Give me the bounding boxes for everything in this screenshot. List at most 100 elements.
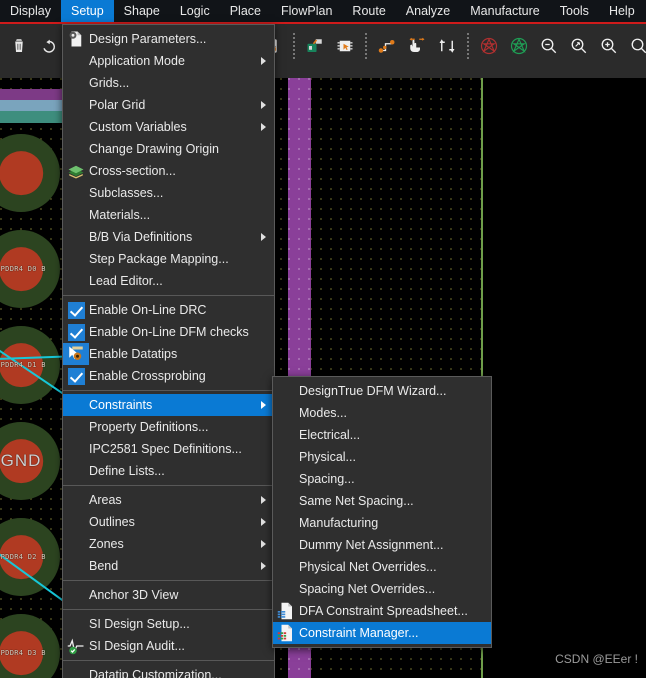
menu-item-outlines[interactable]: Outlines <box>63 511 274 533</box>
menu-item-materials[interactable]: Materials... <box>63 204 274 226</box>
menubar-item-tools[interactable]: Tools <box>550 0 599 22</box>
menu-item-physical-net-overrides[interactable]: Physical Net Overrides... <box>273 556 491 578</box>
slide-icon[interactable] <box>402 29 432 63</box>
menu-item-polar-grid[interactable]: Polar Grid <box>63 94 274 116</box>
menu-item-dummy-net-assignment[interactable]: Dummy Net Assignment... <box>273 534 491 556</box>
module-icon[interactable] <box>300 29 330 63</box>
menu-item-label: Subclasses... <box>89 186 164 200</box>
menu-item-label: Lead Editor... <box>89 274 163 288</box>
menu-item-step-package-mapping[interactable]: Step Package Mapping... <box>63 248 274 270</box>
menu-item-designtrue-dfm-wizard[interactable]: DesignTrue DFM Wizard... <box>273 380 491 402</box>
delete-icon[interactable] <box>4 29 34 63</box>
menu-item-manufacturing[interactable]: Manufacturing <box>273 512 491 534</box>
menu-item-anchor-3d-view[interactable]: Anchor 3D View <box>63 584 274 606</box>
pad-label: LPDDR4 D2 B <box>0 553 46 561</box>
menu-item-define-lists[interactable]: Define Lists... <box>63 460 274 482</box>
menu-item-change-drawing-origin[interactable]: Change Drawing Origin <box>63 138 274 160</box>
menu-item-enable-datatips[interactable]: Enable Datatips <box>63 343 274 365</box>
menubar-item-logic[interactable]: Logic <box>170 0 220 22</box>
menubar-item-analyze[interactable]: Analyze <box>396 0 460 22</box>
menu-item-modes[interactable]: Modes... <box>273 402 491 424</box>
menu-item-areas[interactable]: Areas <box>63 489 274 511</box>
menu-item-gutter <box>63 72 89 94</box>
menu-item-gutter <box>63 160 89 182</box>
setup-dropdown-menu[interactable]: Design Parameters... Application Mode Grid… <box>62 24 275 678</box>
menu-item-b-b-via-definitions[interactable]: B/B Via Definitions <box>63 226 274 248</box>
menu-item-constraint-manager[interactable]: Constraint Manager... <box>273 622 491 644</box>
menu-item-gutter <box>273 402 299 424</box>
menu-item-zones[interactable]: Zones <box>63 533 274 555</box>
menubar-item-route[interactable]: Route <box>342 0 395 22</box>
menubar-item-manufacture[interactable]: Manufacture <box>460 0 549 22</box>
zoom-by-points-icon[interactable] <box>624 29 646 63</box>
menu-separator <box>63 609 274 610</box>
menu-item-si-design-setup[interactable]: SI Design Setup... <box>63 613 274 635</box>
menu-item-bend[interactable]: Bend <box>63 555 274 577</box>
menu-item-physical[interactable]: Physical... <box>273 446 491 468</box>
menu-item-gutter <box>63 28 89 50</box>
menu-item-grids[interactable]: Grids... <box>63 72 274 94</box>
menu-item-dfa-constraint-spreadsheet[interactable]: DFA Constraint Spreadsheet... <box>273 600 491 622</box>
undo-icon[interactable] <box>34 29 64 63</box>
menu-item-subclasses[interactable]: Subclasses... <box>63 182 274 204</box>
menu-item-gutter <box>63 182 89 204</box>
toolbar-separator <box>365 33 367 59</box>
menu-item-label: Enable On-Line DFM checks <box>89 325 249 339</box>
menubar-item-shape[interactable]: Shape <box>114 0 170 22</box>
menu-item-lead-editor[interactable]: Lead Editor... <box>63 270 274 292</box>
menu-item-application-mode[interactable]: Application Mode <box>63 50 274 72</box>
zoom-in-icon[interactable] <box>594 29 624 63</box>
toolbar-separator <box>467 33 469 59</box>
menu-item-enable-on-line-dfm-checks[interactable]: Enable On-Line DFM checks <box>63 321 274 343</box>
checkmark-icon[interactable] <box>67 323 85 341</box>
constraints-submenu[interactable]: DesignTrue DFM Wizard... Modes... Electric… <box>272 376 492 648</box>
menu-item-si-design-audit[interactable]: SI Design Audit... <box>63 635 274 657</box>
menu-item-datatip-customization[interactable]: Datatip Customization... <box>63 664 274 678</box>
route-connect-icon[interactable] <box>372 29 402 63</box>
menu-item-gutter <box>63 204 89 226</box>
menu-item-gutter <box>63 635 89 657</box>
menubar-item-setup[interactable]: Setup <box>61 0 114 22</box>
spreadsheet-color-icon <box>277 624 295 642</box>
menu-item-label: Anchor 3D View <box>89 588 179 602</box>
zoom-out-icon[interactable] <box>534 29 564 63</box>
menubar-item-display[interactable]: Display <box>0 0 61 22</box>
checkmark-icon[interactable] <box>67 367 85 385</box>
menubar-item-place[interactable]: Place <box>220 0 271 22</box>
zoom-fit-icon[interactable] <box>564 29 594 63</box>
menu-separator <box>63 485 274 486</box>
menu-item-gutter <box>63 416 89 438</box>
menubar-item-flowplan[interactable]: FlowPlan <box>271 0 342 22</box>
menu-item-constraints[interactable]: Constraints <box>63 394 274 416</box>
menu-item-label: Manufacturing <box>299 516 379 530</box>
main-menubar: Display Setup Shape Logic Place FlowPlan Route… <box>0 0 646 22</box>
menu-item-electrical[interactable]: Electrical... <box>273 424 491 446</box>
ratsnest-off-icon[interactable] <box>474 29 504 63</box>
menu-item-label: SI Design Audit... <box>89 639 185 653</box>
menu-item-ipc2581-spec-definitions[interactable]: IPC2581 Spec Definitions... <box>63 438 274 460</box>
ratsnest-on-icon[interactable] <box>504 29 534 63</box>
chevron-right-icon <box>261 540 266 548</box>
layer-stripe-purple <box>0 89 64 100</box>
menu-item-gutter <box>63 438 89 460</box>
menu-item-enable-on-line-drc[interactable]: Enable On-Line DRC <box>63 299 274 321</box>
menu-separator <box>63 660 274 661</box>
menu-item-enable-crossprobing[interactable]: Enable Crossprobing <box>63 365 274 387</box>
menu-item-spacing-net-overrides[interactable]: Spacing Net Overrides... <box>273 578 491 600</box>
swap-icon[interactable] <box>432 29 462 63</box>
menu-item-gutter <box>273 622 299 644</box>
menu-item-gutter <box>63 460 89 482</box>
menubar-item-help[interactable]: Help <box>599 0 645 22</box>
menu-item-property-definitions[interactable]: Property Definitions... <box>63 416 274 438</box>
checkmark-icon[interactable] <box>67 301 85 319</box>
menu-item-cross-section[interactable]: Cross-section... <box>63 160 274 182</box>
menu-item-spacing[interactable]: Spacing... <box>273 468 491 490</box>
chip-cursor-icon[interactable] <box>330 29 360 63</box>
menu-item-gutter <box>63 138 89 160</box>
menu-item-same-net-spacing[interactable]: Same Net Spacing... <box>273 490 491 512</box>
chevron-right-icon <box>261 496 266 504</box>
menu-item-custom-variables[interactable]: Custom Variables <box>63 116 274 138</box>
menu-item-label: Constraints <box>89 398 153 412</box>
menu-item-label: Outlines <box>89 515 135 529</box>
menu-item-design-parameters[interactable]: Design Parameters... <box>63 28 274 50</box>
